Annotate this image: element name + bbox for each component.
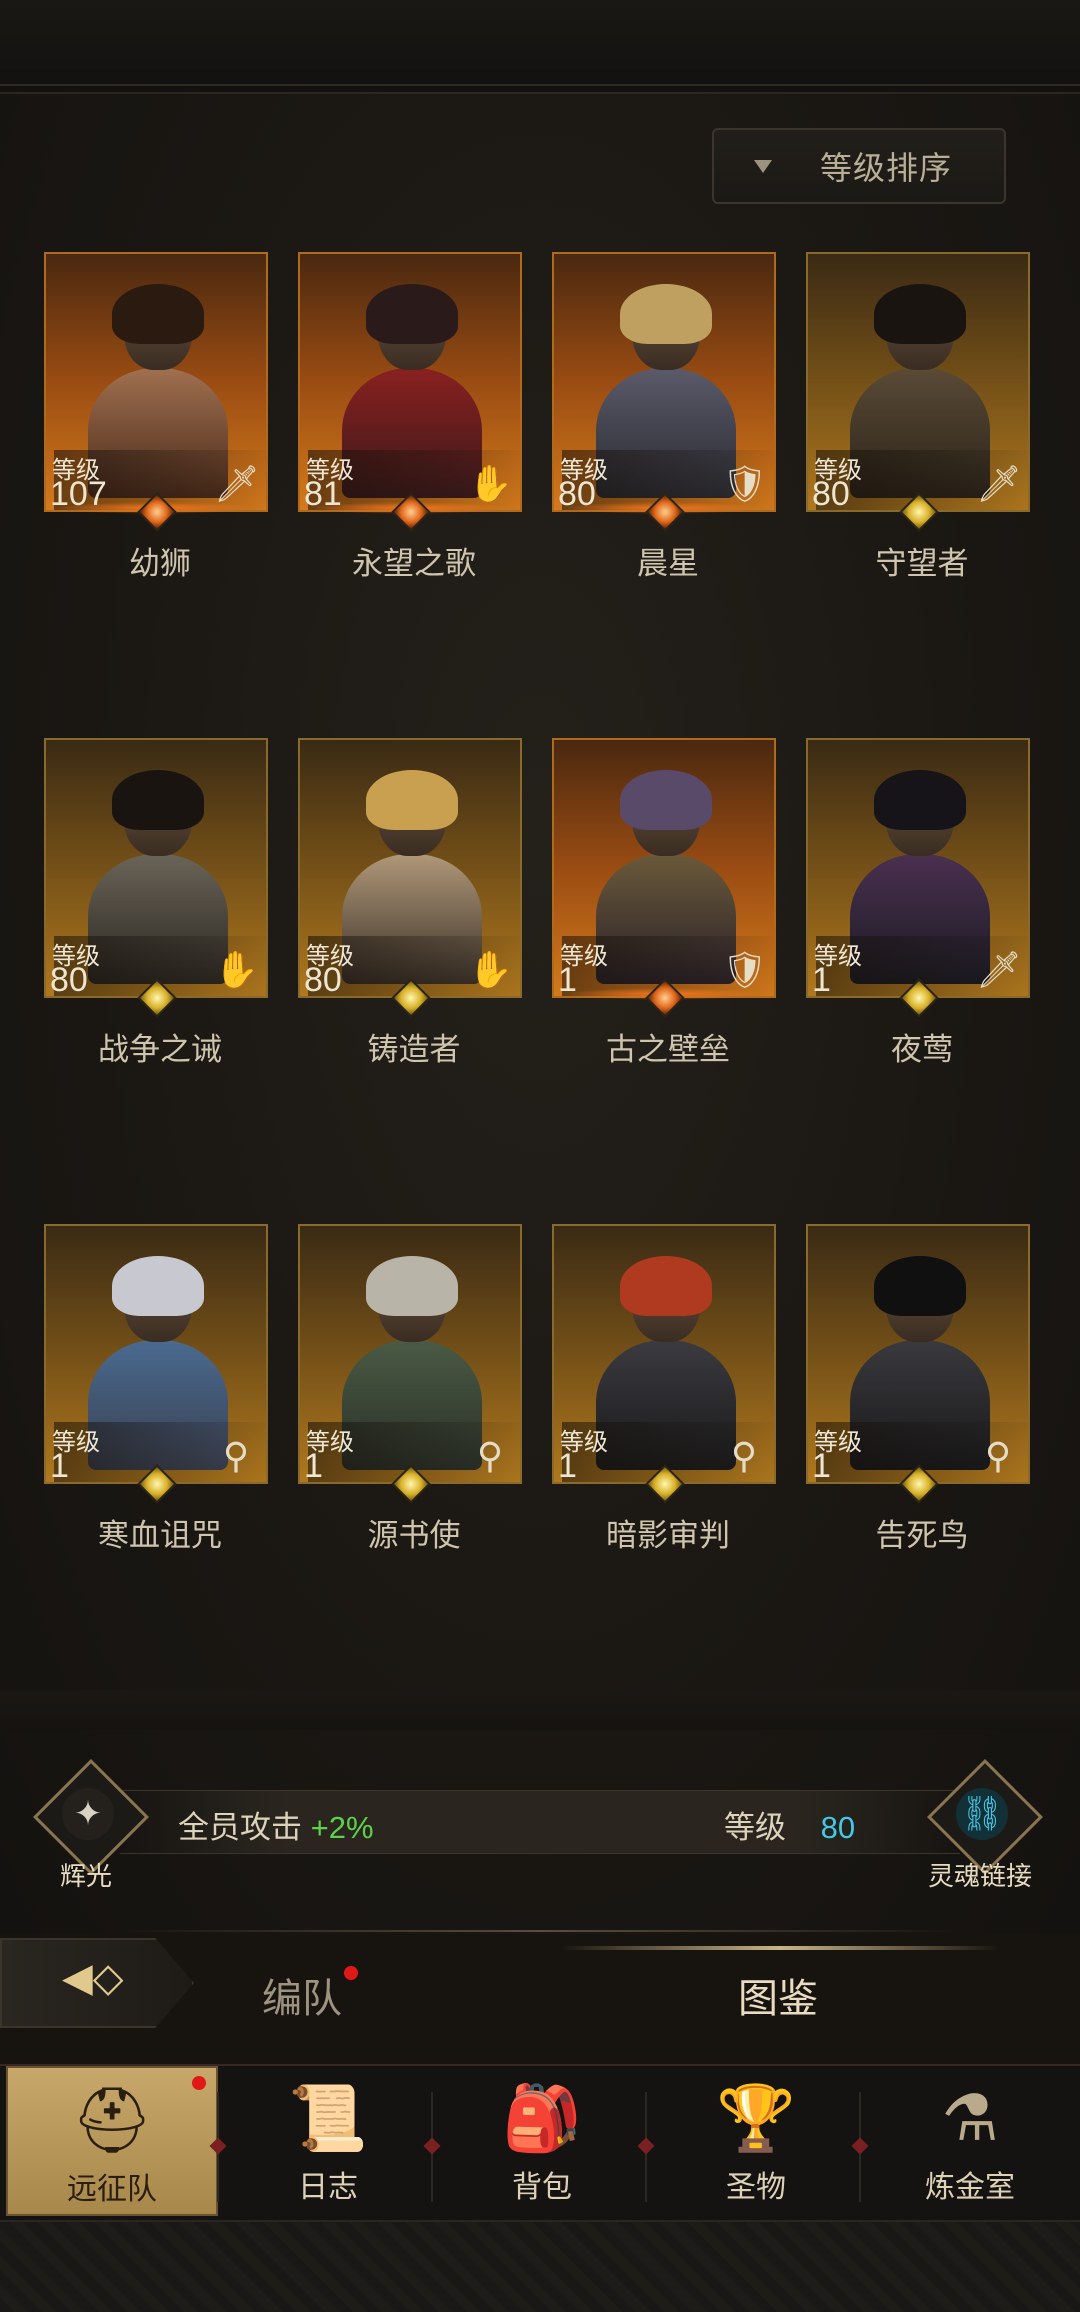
grid-fade [0, 1690, 1080, 1730]
helmet-icon: ⛑ [71, 2084, 153, 2156]
hero-card[interactable]: 等级 1 ⚲ 寒血诅咒 [36, 1224, 270, 1553]
level-value: 1 [50, 1447, 69, 1485]
staff-icon: ⚲ [730, 1435, 758, 1476]
alchemy-icon: ⚗ [941, 2082, 999, 2154]
nav-label: 背包 [512, 2171, 572, 2204]
compass-sword-icon: ✦ [62, 1788, 114, 1840]
relic-icon: 🏆 [716, 2082, 796, 2154]
expedition-notification-dot [192, 2076, 206, 2090]
level-value: 1 [812, 1447, 831, 1485]
staff-icon: ⚲ [476, 1435, 504, 1476]
level-value: 80 [50, 961, 88, 999]
nav-item[interactable]: ⚗ 炼金室 [864, 2066, 1076, 2216]
hero-card[interactable]: 等级 80 🗡 守望者 [798, 252, 1032, 581]
all-attack-bonus: 全员攻击 +2% [178, 1802, 374, 1847]
nav-label: 日志 [298, 2171, 358, 2204]
nav-item[interactable]: 📜 日志 [222, 2066, 434, 2216]
nav-separator [431, 2092, 433, 2202]
hero-name: 寒血诅咒 [98, 1518, 222, 1553]
sort-button-label: 等级排序 [820, 150, 953, 186]
hero-name: 幼狮 [129, 546, 191, 581]
hero-card[interactable]: 等级 1 ⚲ 告死鸟 [798, 1224, 1032, 1553]
bonus-bar: ✦ 辉光 全员攻击 +2% 等级 80 ⛓ 灵魂链接 [0, 1759, 1080, 1891]
nav-label: 圣物 [726, 2171, 786, 2204]
hero-name: 源书使 [367, 1518, 461, 1553]
hero-name: 铸造者 [367, 1032, 461, 1067]
hero-card[interactable]: 等级 1 🗡 夜莺 [798, 738, 1032, 1067]
hand-icon: ✋ [468, 949, 513, 990]
soul-link-label: 灵魂链接 [928, 1861, 1033, 1891]
tab-bar: ◀◇ 编队 图鉴 [0, 1930, 1080, 2050]
hero-card[interactable]: 等级 1 🛡 古之壁垒 [544, 738, 778, 1067]
staff-icon: ⚲ [984, 1435, 1012, 1476]
level-value: 80 [304, 961, 342, 999]
active-tab-indicator [560, 1946, 1000, 1950]
dropdown-triangle-icon [754, 159, 772, 173]
scroll-icon: 📜 [288, 2082, 368, 2154]
sword-icon: 🗡 [976, 463, 1022, 504]
soul-link-level: 等级 80 [724, 1802, 855, 1847]
hero-card[interactable]: 等级 80 ✋ 铸造者 [290, 738, 524, 1067]
shield-icon: 🛡 [722, 463, 768, 504]
hero-name: 古之壁垒 [606, 1032, 730, 1067]
sword-icon: 🗡 [214, 463, 260, 504]
hero-card[interactable]: 等级 107 🗡 幼狮 [36, 252, 270, 581]
radiance-label: 辉光 [60, 1861, 113, 1891]
tab-divider [120, 1930, 960, 1932]
hero-name: 暗影审判 [606, 1518, 730, 1553]
soul-link-level-label: 等级 [724, 1810, 786, 1845]
nav-item[interactable]: 🏆 圣物 [650, 2066, 862, 2216]
nav-separator [645, 2092, 647, 2202]
nav-item[interactable]: ⛑ 远征队 [6, 2066, 218, 2216]
nav-separator [859, 2092, 861, 2202]
hero-card[interactable]: 等级 81 ✋ 永望之歌 [290, 252, 524, 581]
hero-name: 战争之诫 [98, 1032, 222, 1067]
staff-icon: ⚲ [222, 1435, 250, 1476]
nav-label: 炼金室 [925, 2171, 1015, 2204]
sword-icon: 🗡 [976, 949, 1022, 990]
hero-card[interactable]: 等级 80 ✋ 战争之诫 [36, 738, 270, 1067]
level-value: 80 [812, 475, 850, 513]
chain-link-icon: ⛓ [956, 1788, 1008, 1840]
tab-formation[interactable]: 编队 [262, 1966, 342, 2024]
all-attack-label: 全员攻击 [178, 1810, 302, 1845]
sort-by-level-button[interactable]: 等级排序 [712, 128, 1006, 204]
nav-label: 远征队 [67, 2173, 157, 2206]
top-header-bar [0, 0, 1080, 94]
bottom-ornament [0, 2220, 1080, 2312]
hero-name: 告死鸟 [875, 1518, 969, 1553]
hero-card[interactable]: 等级 1 ⚲ 源书使 [290, 1224, 524, 1553]
nav-separator [217, 2092, 219, 2202]
hero-name: 晨星 [637, 546, 699, 581]
hero-name: 永望之歌 [352, 546, 476, 581]
level-value: 1 [558, 1447, 577, 1485]
tab-codex[interactable]: 图鉴 [738, 1966, 818, 2024]
hand-icon: ✋ [468, 463, 513, 504]
level-value: 1 [304, 1447, 323, 1485]
bag-icon: 🎒 [502, 2082, 582, 2154]
nav-item[interactable]: 🎒 背包 [436, 2066, 648, 2216]
level-value: 1 [812, 961, 831, 999]
hero-card[interactable]: 等级 1 ⚲ 暗影审判 [544, 1224, 778, 1553]
hero-card[interactable]: 等级 80 🛡 晨星 [544, 252, 778, 581]
all-attack-value: +2% [310, 1810, 374, 1845]
formation-notification-dot [344, 1966, 358, 1980]
soul-link-level-value: 80 [820, 1810, 856, 1845]
shield-icon: 🛡 [722, 949, 768, 990]
hand-icon: ✋ [214, 949, 259, 990]
hero-name: 守望者 [875, 546, 969, 581]
hero-name: 夜莺 [891, 1032, 953, 1067]
arrow-left-icon: ◀◇ [62, 1956, 124, 2000]
